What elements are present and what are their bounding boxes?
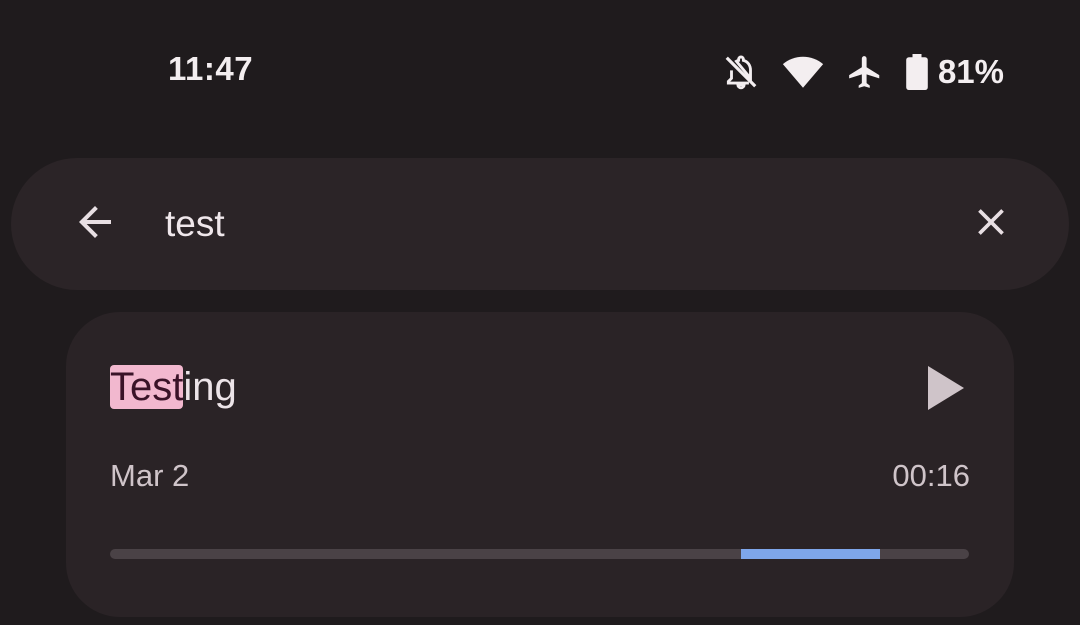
playback-track[interactable] xyxy=(110,549,969,559)
notifications-off-icon xyxy=(722,53,760,91)
play-icon xyxy=(926,365,966,415)
status-clock: 11:47 xyxy=(168,50,254,87)
arrow-back-icon xyxy=(71,198,119,251)
status-icons: 81% xyxy=(722,52,1004,92)
recording-title: Testing xyxy=(110,356,237,418)
close-icon xyxy=(969,200,1013,249)
status-bar: 11:47 81% xyxy=(0,0,1080,140)
title-remainder: ing xyxy=(183,365,237,409)
recording-date: Mar 2 xyxy=(110,458,190,493)
recording-result-card[interactable]: Testing Mar 2 00:16 xyxy=(66,312,1014,617)
search-bar xyxy=(11,158,1069,290)
recording-duration: 00:16 xyxy=(892,458,970,493)
battery-icon xyxy=(906,54,928,90)
wifi-icon xyxy=(782,53,824,91)
search-match-segment xyxy=(741,549,880,559)
battery-percent: 81% xyxy=(937,53,1004,90)
search-input[interactable] xyxy=(165,198,925,250)
title-match-highlight: Test xyxy=(110,365,184,409)
play-button[interactable] xyxy=(918,362,974,418)
back-button[interactable] xyxy=(67,196,123,252)
clear-search-button[interactable] xyxy=(965,198,1017,250)
airplane-mode-icon xyxy=(846,53,884,91)
